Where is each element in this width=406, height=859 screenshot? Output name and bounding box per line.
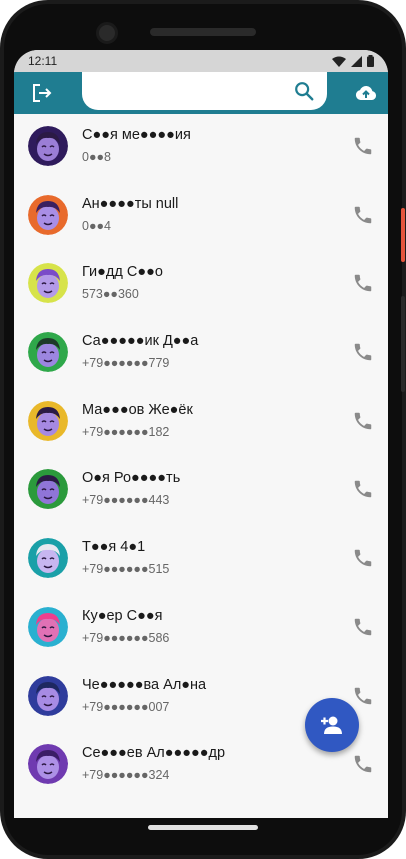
contact-name: Че●●●●●ва Ал●на	[82, 676, 207, 693]
avatar	[28, 606, 68, 647]
add-person-icon	[321, 716, 342, 734]
call-icon[interactable]	[352, 616, 374, 638]
avatar	[28, 675, 68, 716]
status-time: 12:11	[28, 54, 58, 68]
call-icon[interactable]	[352, 135, 374, 157]
contact-phone: 573●●360	[82, 287, 139, 302]
contact-phone: 0●●4	[82, 218, 112, 233]
volume-button	[401, 296, 405, 392]
contact-phone: +79●●●●●●007	[82, 699, 170, 714]
contact-item[interactable]: Ан●●●●ты null 0●●4	[14, 183, 388, 252]
avatar	[28, 400, 68, 441]
earpiece-speaker	[150, 28, 256, 36]
contact-phone: +79●●●●●●586	[82, 630, 170, 645]
contact-name: Ма●●●ов Же●ёк	[82, 401, 193, 418]
home-indicator	[148, 825, 258, 830]
contact-item[interactable]: Ма●●●ов Же●ёк +79●●●●●●182	[14, 389, 388, 458]
avatar	[28, 332, 68, 373]
contact-item[interactable]: С●●я ме●●●●ия 0●●8	[14, 114, 388, 183]
call-icon[interactable]	[352, 685, 374, 707]
contact-item[interactable]: Ку●ер С●●я +79●●●●●●586	[14, 595, 388, 664]
contact-phone: +79●●●●●●182	[82, 424, 170, 439]
call-icon[interactable]	[352, 410, 374, 432]
call-icon[interactable]	[352, 272, 374, 294]
wifi-icon	[332, 56, 346, 67]
contact-name: О●я Ро●●●●ть	[82, 470, 181, 487]
contact-item[interactable]: Т●●я 4●1 +79●●●●●●515	[14, 526, 388, 595]
avatar	[28, 194, 68, 235]
avatar	[28, 469, 68, 510]
contact-item[interactable]: О●я Ро●●●●ть +79●●●●●●443	[14, 457, 388, 526]
contact-name: С●●я ме●●●●ия	[82, 127, 191, 143]
contact-phone: +79●●●●●●443	[82, 493, 170, 508]
search-input[interactable]	[94, 80, 284, 102]
avatar	[28, 538, 68, 579]
search-box	[82, 72, 327, 110]
status-bar: 12:11	[14, 50, 388, 72]
contact-phone: +79●●●●●●779	[82, 356, 170, 371]
contact-item[interactable]: Ги●дд С●●о 573●●360	[14, 251, 388, 320]
signal-icon	[351, 55, 362, 67]
call-icon[interactable]	[352, 547, 374, 569]
add-contact-button[interactable]	[305, 698, 359, 752]
battery-icon	[367, 55, 374, 67]
contact-name: Ан●●●●ты null	[82, 195, 179, 212]
avatar	[28, 126, 68, 166]
contact-phone: +79●●●●●●515	[82, 562, 170, 577]
avatar	[28, 744, 68, 785]
app-bar	[14, 72, 388, 114]
front-camera	[96, 22, 118, 44]
logout-icon[interactable]	[30, 81, 54, 105]
contact-phone: 0●●8	[82, 150, 112, 164]
contact-name: Ку●ер С●●я	[82, 607, 163, 624]
contact-name: Т●●я 4●1	[82, 539, 146, 556]
contact-phone: +79●●●●●●324	[82, 768, 170, 783]
device-frame: 12:11 С●●я ме●●●●ия 0●●8 Ан●●●●ты null 0…	[0, 0, 406, 859]
call-icon[interactable]	[352, 753, 374, 775]
status-icons	[332, 55, 374, 67]
cloud-upload-icon[interactable]	[354, 81, 378, 105]
power-button	[401, 208, 405, 262]
call-icon[interactable]	[352, 341, 374, 363]
call-icon[interactable]	[352, 204, 374, 226]
call-icon[interactable]	[352, 478, 374, 500]
avatar	[28, 263, 68, 304]
contact-item[interactable]: Са●●●●●ик Д●●а +79●●●●●●779	[14, 320, 388, 389]
contact-name: Са●●●●●ик Д●●а	[82, 333, 199, 350]
contact-name: Ги●дд С●●о	[82, 264, 163, 281]
search-icon[interactable]	[293, 80, 315, 102]
contact-name: Се●●●ев Ал●●●●●др	[82, 745, 226, 762]
